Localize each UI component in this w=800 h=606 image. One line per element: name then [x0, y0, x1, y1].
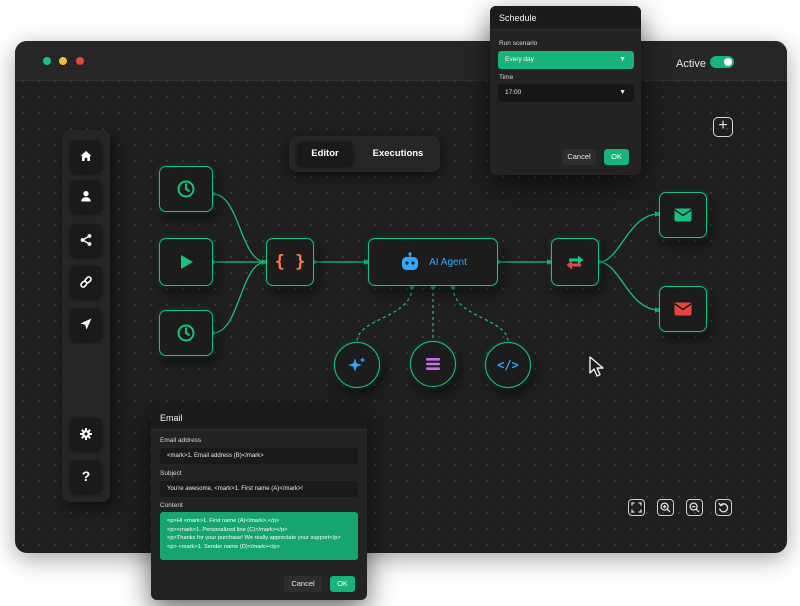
- content-label: Content: [160, 502, 183, 509]
- robot-icon: [402, 252, 419, 270]
- schedule-popup: Schedule Run scenario Every day ▼ Time 1…: [490, 6, 641, 175]
- content-line: <p>Hi <mark>1. First name (A)</mark>,</p…: [167, 518, 280, 524]
- chevron-down-icon: ▼: [619, 56, 626, 63]
- tool-code-node[interactable]: </>: [485, 342, 531, 388]
- trigger-clock-node-2[interactable]: [159, 310, 213, 356]
- run-scenario-label: Run scenario: [499, 40, 538, 47]
- tool-menu-node[interactable]: [410, 341, 456, 387]
- content-line: <p>Thanks for your purchase! We really a…: [167, 535, 341, 541]
- run-scenario-value: Every day: [505, 56, 534, 63]
- code-node[interactable]: { }: [266, 238, 314, 286]
- email-popup: Email Email address <mark>1. Email addre…: [151, 406, 367, 600]
- schedule-ok-button[interactable]: OK: [604, 149, 629, 165]
- fit-screen-icon: [631, 502, 642, 513]
- tool-sparkle-node[interactable]: [334, 342, 380, 388]
- sparkle-icon: [348, 357, 366, 372]
- menu-icon: [426, 358, 440, 370]
- mail-icon: [674, 302, 692, 316]
- time-value: 17:00: [505, 89, 522, 96]
- zoom-in-icon: [660, 502, 671, 513]
- email-node-1[interactable]: [659, 192, 707, 238]
- subject-field[interactable]: You're awesome, <mark>1. First name (A)<…: [160, 481, 358, 497]
- mail-icon: [674, 208, 692, 222]
- router-node[interactable]: [551, 238, 599, 286]
- content-line: <p><mark>1. Personalized line (C)</mark>…: [167, 526, 288, 533]
- clock-icon: [177, 324, 195, 342]
- mouse-cursor-icon: [589, 356, 604, 377]
- trigger-clock-node-1[interactable]: [159, 166, 213, 212]
- schedule-title: Schedule: [490, 6, 641, 30]
- time-label: Time: [499, 74, 514, 81]
- time-select[interactable]: 17:00 ▼: [498, 84, 634, 102]
- email-address-label: Email address: [160, 437, 202, 444]
- content-line: <p> <mark>1. Sender name (D)</mark></p>: [167, 543, 280, 550]
- schedule-cancel-button[interactable]: Cancel: [562, 149, 596, 165]
- zoom-out-button[interactable]: [686, 499, 703, 516]
- chevron-down-icon: ▼: [619, 89, 626, 96]
- email-address-field[interactable]: <mark>1. Email address (B)</mark>: [160, 448, 358, 464]
- email-cancel-button[interactable]: Cancel: [284, 576, 322, 592]
- play-icon: [181, 255, 193, 269]
- clock-icon: [177, 180, 195, 198]
- undo-icon: [718, 502, 729, 513]
- email-node-2[interactable]: [659, 286, 707, 332]
- code-icon: </>: [497, 358, 519, 372]
- subject-label: Subject: [160, 470, 182, 477]
- swap-arrows-icon: [566, 255, 584, 270]
- trigger-play-node[interactable]: [159, 238, 213, 286]
- email-title: Email: [151, 406, 367, 430]
- content-editor[interactable]: <p>Hi <mark>1. First name (A)</mark>,</p…: [160, 512, 358, 560]
- ai-agent-node[interactable]: AI Agent: [368, 238, 498, 286]
- ai-agent-label: AI Agent: [429, 256, 467, 268]
- email-ok-button[interactable]: OK: [330, 576, 355, 592]
- braces-icon: { }: [274, 252, 306, 272]
- zoom-out-icon: [689, 502, 700, 513]
- undo-button[interactable]: [715, 499, 732, 516]
- fit-screen-button[interactable]: [628, 499, 645, 516]
- zoom-in-button[interactable]: [657, 499, 674, 516]
- run-scenario-select[interactable]: Every day ▼: [498, 51, 634, 69]
